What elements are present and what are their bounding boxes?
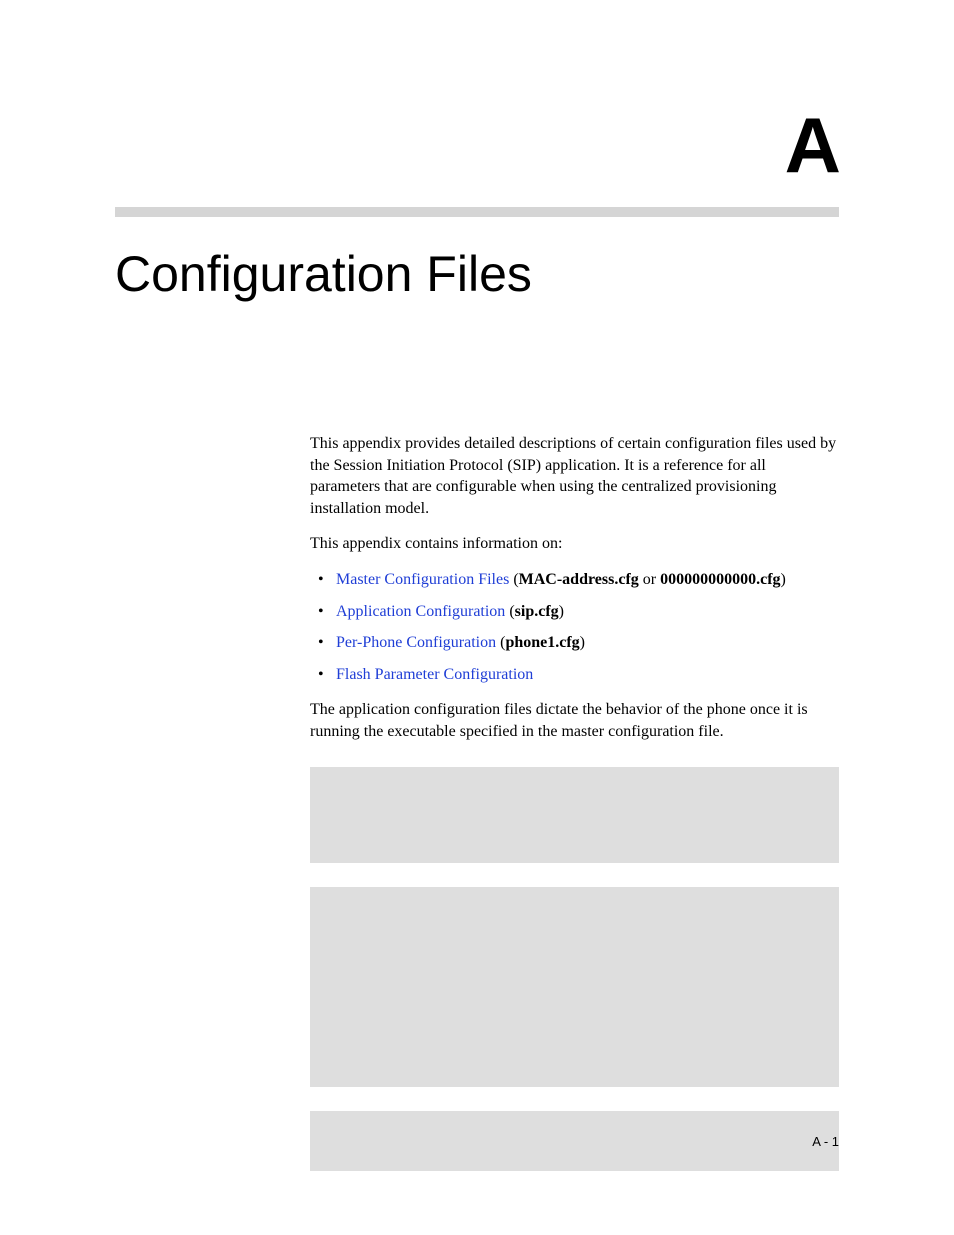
closing-paragraph: The application configuration files dict… — [310, 699, 839, 742]
body-content: This appendix provides detailed descript… — [310, 433, 839, 1171]
link-master-config[interactable]: Master Configuration Files — [336, 571, 509, 588]
contents-list: Master Configuration Files (MAC-address.… — [310, 569, 839, 685]
divider-bar — [115, 207, 839, 217]
list-item-close: ) — [580, 634, 585, 651]
placeholder-box — [310, 887, 839, 1087]
placeholder-box — [310, 1111, 839, 1171]
lead-in-text: This appendix contains information on: — [310, 533, 839, 555]
list-item: Application Configuration (sip.cfg) — [310, 601, 839, 623]
intro-paragraph: This appendix provides detailed descript… — [310, 433, 839, 519]
list-item-mid: or — [639, 571, 660, 588]
link-flash-parameter-config[interactable]: Flash Parameter Configuration — [336, 666, 533, 683]
placeholder-box — [310, 767, 839, 863]
list-item: Per-Phone Configuration (phone1.cfg) — [310, 632, 839, 654]
list-item-suffix: ( — [509, 571, 518, 588]
link-application-config[interactable]: Application Configuration — [336, 603, 505, 620]
list-item-bold: 000000000000.cfg — [660, 571, 780, 588]
list-item-close: ) — [781, 571, 786, 588]
page-number: A - 1 — [812, 1134, 839, 1149]
list-item-bold: MAC-address.cfg — [519, 571, 639, 588]
list-item: Master Configuration Files (MAC-address.… — [310, 569, 839, 591]
document-page: A Configuration Files This appendix prov… — [0, 0, 954, 1235]
list-item: Flash Parameter Configuration — [310, 664, 839, 686]
page-title: Configuration Files — [115, 245, 839, 303]
appendix-letter: A — [115, 100, 839, 191]
list-item-bold: phone1.cfg — [505, 634, 579, 651]
link-per-phone-config[interactable]: Per-Phone Configuration — [336, 634, 496, 651]
list-item-suffix: ( — [505, 603, 514, 620]
list-item-close: ) — [559, 603, 564, 620]
list-item-bold: sip.cfg — [515, 603, 559, 620]
